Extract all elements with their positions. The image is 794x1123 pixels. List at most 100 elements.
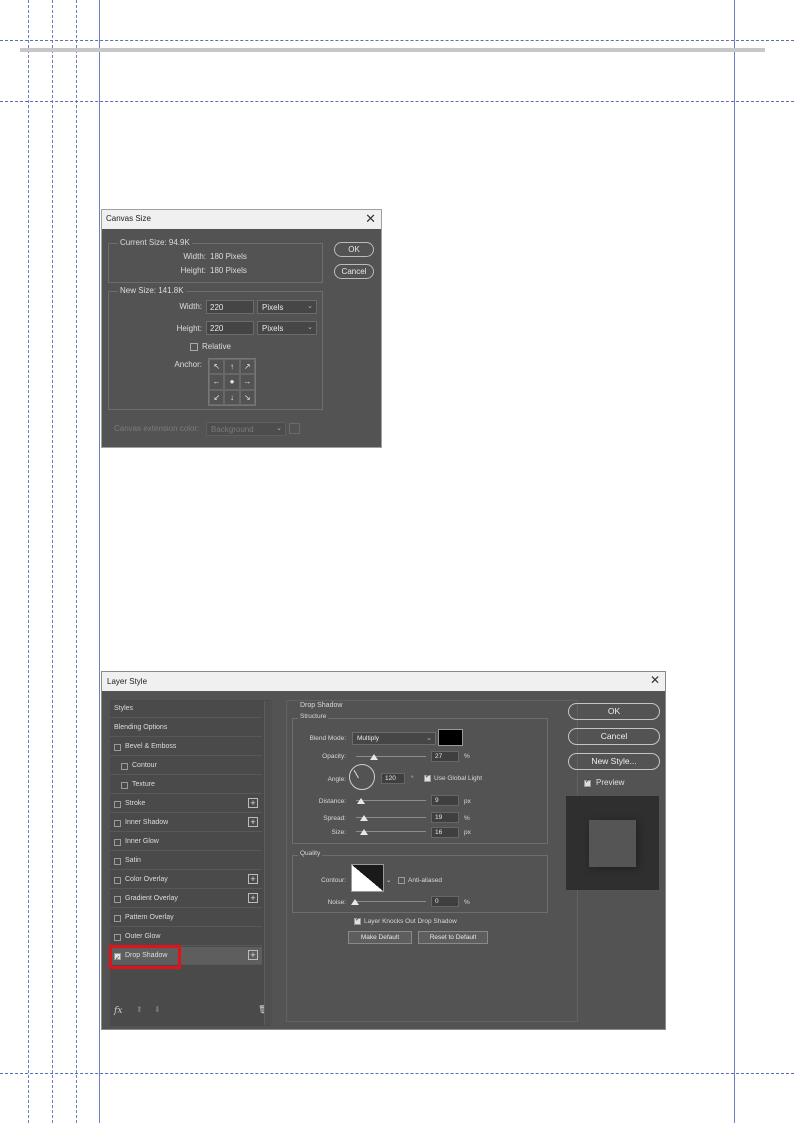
dialog-title: Canvas Size: [106, 214, 151, 223]
dialog-titlebar: Canvas Size ✕: [102, 210, 381, 229]
angle-dial[interactable]: [349, 764, 375, 790]
close-icon[interactable]: ✕: [365, 211, 376, 227]
move-down-icon[interactable]: ⬇: [154, 1005, 161, 1014]
px-unit: px: [464, 798, 471, 805]
opacity-slider-track[interactable]: [356, 756, 426, 757]
distance-slider-thumb[interactable]: [357, 798, 365, 804]
checkbox[interactable]: [114, 934, 121, 941]
checkbox[interactable]: [114, 858, 121, 865]
checkbox[interactable]: [114, 801, 121, 808]
list-item-contour[interactable]: Contour: [110, 757, 262, 775]
list-item-satin[interactable]: Satin: [110, 852, 262, 870]
section-title: Drop Shadow: [300, 702, 343, 709]
list-item-inner-glow[interactable]: Inner Glow: [110, 833, 262, 851]
current-height-value: 180 Pixels: [210, 266, 247, 275]
fx-icon[interactable]: fx: [114, 1006, 122, 1016]
arrow-nw-icon[interactable]: ↖: [209, 359, 225, 375]
checkbox[interactable]: [114, 915, 121, 922]
percent-unit: %: [464, 899, 470, 906]
anchor-center-icon[interactable]: ●: [224, 374, 240, 390]
height-unit-select[interactable]: Pixels ⌄: [257, 321, 317, 335]
canvas-extension-color-label: Canvas extension color:: [114, 424, 200, 433]
opacity-input[interactable]: 27: [431, 751, 459, 762]
blend-mode-select[interactable]: Multiply ⌄: [352, 732, 436, 745]
list-item-texture[interactable]: Texture: [110, 776, 262, 794]
arrow-up-icon[interactable]: ↑: [224, 359, 240, 375]
spread-label: Spread:: [323, 815, 346, 822]
add-icon[interactable]: +: [248, 950, 258, 960]
make-default-button[interactable]: Make Default: [348, 931, 412, 944]
contour-picker[interactable]: [351, 864, 384, 892]
chevron-down-icon[interactable]: ⌄: [386, 876, 391, 884]
checkbox[interactable]: [114, 896, 121, 903]
arrow-sw-icon[interactable]: ↙: [209, 389, 225, 405]
anchor-grid[interactable]: ↖ ↑ ↗ ← ● → ↙ ↓ ↘: [208, 358, 256, 406]
list-item-color-overlay[interactable]: Color Overlay +: [110, 871, 262, 889]
use-global-light-checkbox[interactable]: [424, 773, 431, 782]
percent-unit: %: [464, 753, 470, 760]
layer-knocks-out-checkbox[interactable]: [354, 916, 361, 925]
noise-slider-thumb[interactable]: [351, 899, 359, 905]
horizontal-rule: [20, 48, 765, 52]
ok-button[interactable]: OK: [334, 242, 374, 257]
relative-checkbox[interactable]: [190, 343, 198, 351]
add-icon[interactable]: +: [248, 893, 258, 903]
noise-input[interactable]: 0: [431, 896, 459, 907]
cancel-button[interactable]: Cancel: [334, 264, 374, 279]
distance-input[interactable]: 9: [431, 795, 459, 806]
cancel-button[interactable]: Cancel: [568, 728, 660, 745]
preview-thumbnail: [566, 796, 659, 890]
list-item-styles[interactable]: Styles: [110, 700, 262, 718]
list-item-outer-glow[interactable]: Outer Glow: [110, 928, 262, 946]
add-icon[interactable]: +: [248, 874, 258, 884]
reset-to-default-button[interactable]: Reset to Default: [418, 931, 488, 944]
dialog-titlebar: Layer Style ✕: [102, 672, 665, 691]
spread-slider-thumb[interactable]: [360, 815, 368, 821]
checkbox[interactable]: [121, 763, 128, 770]
width-unit-select[interactable]: Pixels ⌄: [257, 300, 317, 314]
chevron-down-icon: ⌄: [307, 303, 313, 310]
angle-input[interactable]: 120: [381, 773, 405, 784]
add-icon[interactable]: +: [248, 817, 258, 827]
checkbox[interactable]: [114, 820, 121, 827]
checkbox[interactable]: [121, 782, 128, 789]
move-up-icon[interactable]: ⬆: [136, 1005, 143, 1014]
shadow-color-swatch[interactable]: [438, 729, 463, 746]
width-input[interactable]: 220: [206, 300, 254, 314]
size-input[interactable]: 16: [431, 827, 459, 838]
list-item-pattern-overlay[interactable]: Pattern Overlay: [110, 909, 262, 927]
arrow-down-icon[interactable]: ↓: [224, 389, 240, 405]
add-icon[interactable]: +: [248, 798, 258, 808]
ok-button[interactable]: OK: [568, 703, 660, 720]
structure-label: Structure: [298, 713, 329, 720]
new-style-button[interactable]: New Style...: [568, 753, 660, 770]
dialog-title: Layer Style: [107, 677, 148, 686]
arrow-right-icon[interactable]: →: [239, 374, 255, 390]
height-unit-value: Pixels: [262, 324, 284, 333]
layer-knocks-out-label: Layer Knocks Out Drop Shadow: [364, 918, 457, 925]
close-icon[interactable]: ✕: [650, 673, 660, 687]
canvas-extension-color-select[interactable]: Background ⌄: [206, 422, 286, 436]
color-swatch[interactable]: [289, 423, 300, 434]
checkbox[interactable]: [114, 839, 121, 846]
preview-checkbox[interactable]: [584, 778, 591, 787]
arrow-se-icon[interactable]: ↘: [239, 389, 255, 405]
list-item-gradient-overlay[interactable]: Gradient Overlay +: [110, 890, 262, 908]
arrow-ne-icon[interactable]: ↗: [239, 359, 255, 375]
distance-slider-track[interactable]: [356, 800, 426, 801]
spread-input[interactable]: 19: [431, 812, 459, 823]
checkbox[interactable]: [114, 744, 121, 751]
noise-slider-track[interactable]: [356, 901, 426, 902]
checkbox[interactable]: [114, 877, 121, 884]
opacity-slider-thumb[interactable]: [370, 754, 378, 760]
list-item-inner-shadow[interactable]: Inner Shadow +: [110, 814, 262, 832]
anti-aliased-checkbox[interactable]: [398, 877, 405, 884]
size-slider-thumb[interactable]: [360, 829, 368, 835]
list-item-bevel-emboss[interactable]: Bevel & Emboss: [110, 738, 262, 756]
scrollbar[interactable]: [264, 701, 272, 1025]
arrow-left-icon[interactable]: ←: [209, 374, 225, 390]
current-width-label: Width:: [183, 252, 206, 261]
list-item-blending-options[interactable]: Blending Options: [110, 719, 262, 737]
height-input[interactable]: 220: [206, 321, 254, 335]
list-item-stroke[interactable]: Stroke +: [110, 795, 262, 813]
